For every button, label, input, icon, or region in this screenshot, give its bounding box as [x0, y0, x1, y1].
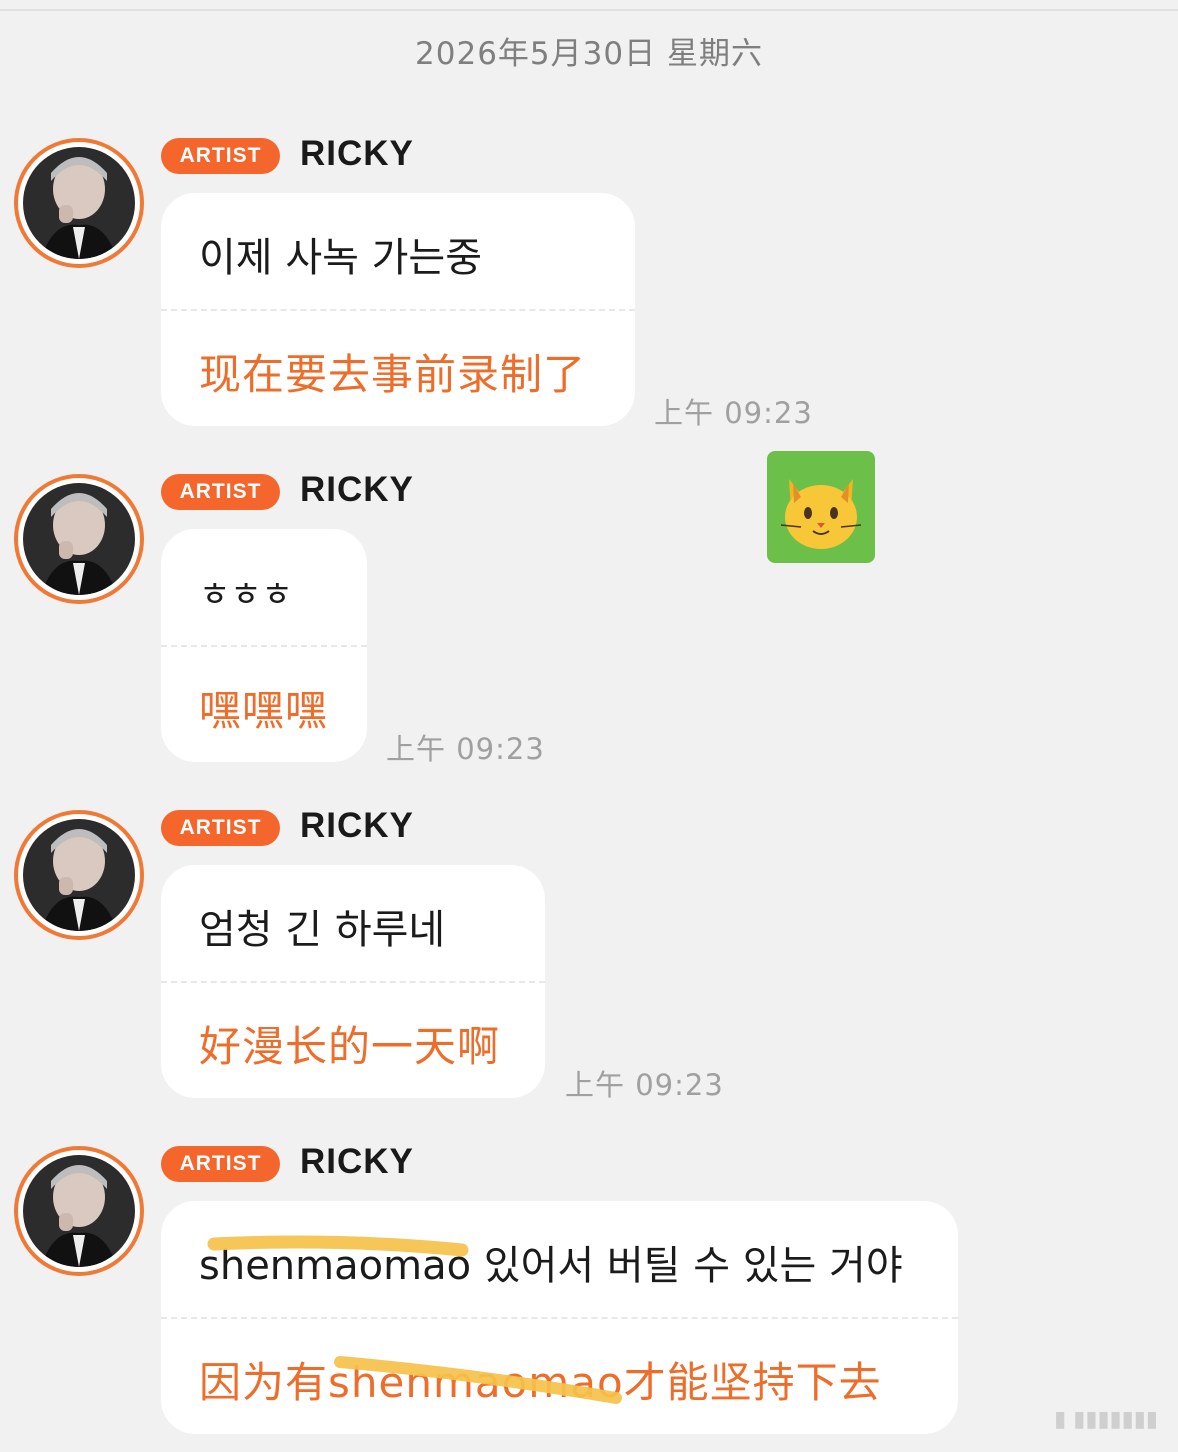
- translated-text: 嘿嘿嘿: [199, 686, 329, 735]
- translation-divider: [161, 1317, 958, 1319]
- date-header: 2026年5月30日 星期六: [415, 36, 763, 72]
- avatar-photo: [23, 483, 135, 595]
- avatar[interactable]: [14, 810, 144, 940]
- sender-name: RICKY: [300, 134, 414, 173]
- message-time: 上午 09:23: [654, 396, 813, 430]
- sender-name: RICKY: [300, 1142, 414, 1181]
- sender-name: RICKY: [300, 470, 414, 509]
- avatar[interactable]: [14, 474, 144, 604]
- translated-text: 好漫长的一天啊: [199, 1022, 501, 1071]
- avatar-photo: [23, 819, 135, 931]
- avatar[interactable]: [14, 138, 144, 268]
- translation-divider: [161, 309, 635, 311]
- sender-name: RICKY: [300, 806, 414, 845]
- original-text: 이제 사녹 가는중: [199, 235, 483, 281]
- avatar-photo: [23, 147, 135, 259]
- chat-screen: 2026年5月30日 星期六 ARTIST RICKY 이제 사녹 가는중 现在…: [0, 0, 1178, 1452]
- original-text: 엄청 긴 하루네: [199, 907, 446, 953]
- avatar-photo: [23, 1155, 135, 1267]
- artist-badge: ARTIST: [161, 474, 280, 510]
- message-bubble[interactable]: 엄청 긴 하루네 好漫长的一天啊: [161, 865, 545, 1098]
- translated-text: 因为有shenmaomao才能坚持下去: [199, 1358, 882, 1407]
- translation-divider: [161, 645, 367, 647]
- artist-badge: ARTIST: [161, 138, 280, 174]
- message-bubble[interactable]: shenmaomao 있어서 버틸 수 있는 거야 因为有shenmaomao才…: [161, 1201, 958, 1434]
- artist-badge: ARTIST: [161, 810, 280, 846]
- original-text: shenmaomao 있어서 버틸 수 있는 거야: [199, 1243, 903, 1289]
- cat-face-icon: [767, 451, 875, 563]
- message-time: 上午 09:23: [565, 1068, 724, 1102]
- translated-text: 现在要去事前录制了: [199, 350, 587, 399]
- avatar[interactable]: [14, 1146, 144, 1276]
- message-time: 上午 09:23: [386, 732, 545, 766]
- original-text: ㅎㅎㅎ: [199, 575, 293, 615]
- message-bubble[interactable]: 이제 사녹 가는중 现在要去事前录制了: [161, 193, 635, 426]
- top-divider: [0, 9, 1178, 11]
- watermark: ▮ ▮▮▮▮▮▮▮: [1054, 1407, 1158, 1432]
- translation-divider: [161, 981, 545, 983]
- message-bubble[interactable]: ㅎㅎㅎ 嘿嘿嘿: [161, 529, 367, 762]
- artist-badge: ARTIST: [161, 1146, 280, 1182]
